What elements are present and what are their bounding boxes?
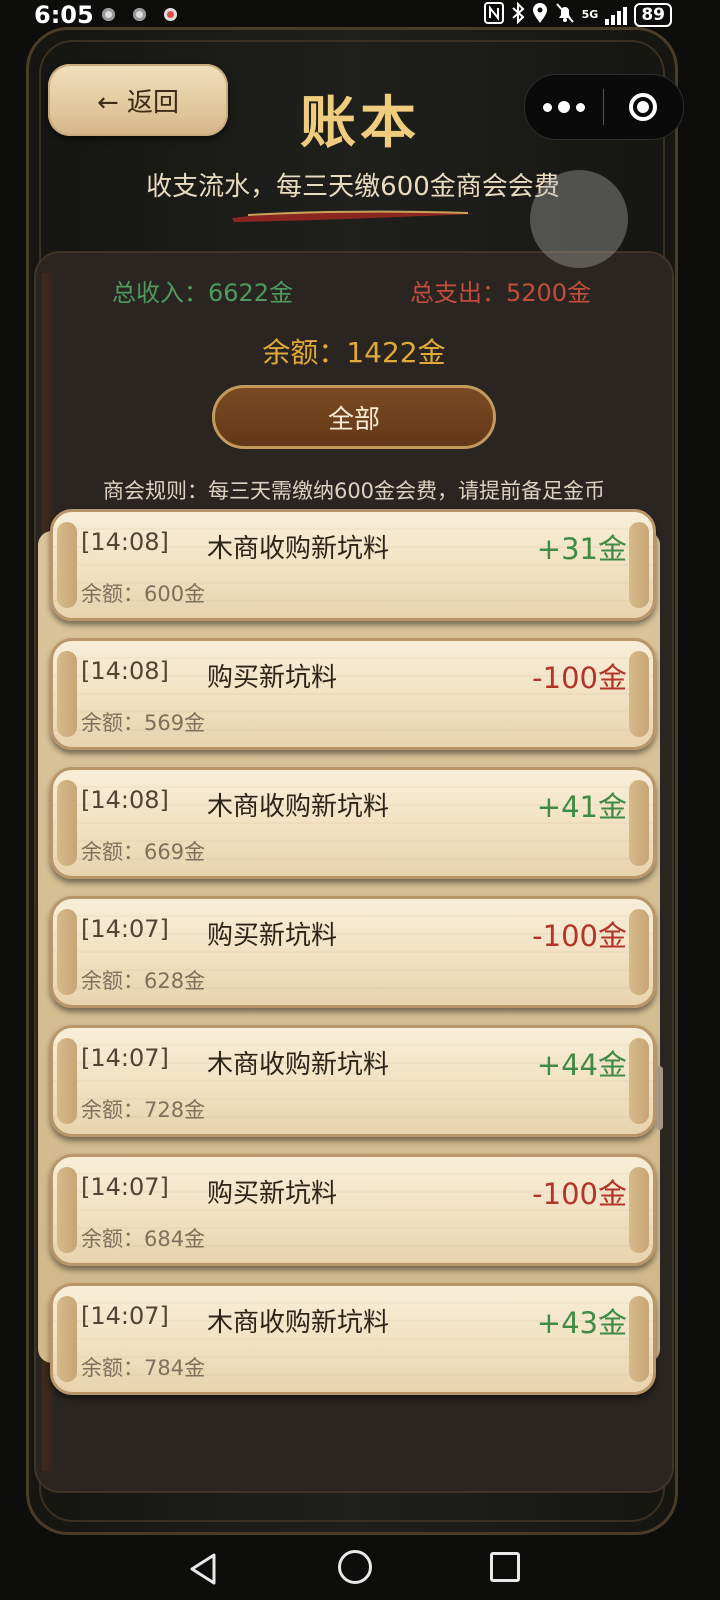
notification-icons <box>102 8 177 21</box>
entry-time: [14:07] <box>81 915 169 943</box>
total-expense: 总支出：5200金 <box>410 279 592 307</box>
close-circle-icon[interactable] <box>604 75 682 139</box>
network-label: 5G <box>581 8 599 21</box>
entry-time: [14:08] <box>81 657 169 685</box>
list-scrollbar[interactable] <box>656 1066 663 1130</box>
entry-description: 木商收购新坑料 <box>207 534 390 564</box>
current-balance: 余额：1422金 <box>262 336 446 369</box>
notification-dot-icon <box>133 8 146 21</box>
entry-time: [14:08] <box>81 786 169 814</box>
guild-rules-text: 商会规则：每三天需缴纳600金会费，请提前备足金币 <box>102 479 606 503</box>
notification-dot-icon <box>164 8 177 21</box>
total-income: 总收入：6622金 <box>112 279 294 307</box>
filter-all-button[interactable]: 全部 <box>212 385 496 449</box>
entry-balance: 余额：569金 <box>81 711 206 735</box>
entry-amount: -100金 <box>532 1177 627 1211</box>
entry-amount: +44金 <box>536 1048 627 1082</box>
bluetooth-icon <box>511 1 525 28</box>
location-icon <box>532 2 548 28</box>
entry-balance: 余额：628金 <box>81 969 206 993</box>
nav-home-icon[interactable] <box>338 1550 372 1584</box>
entry-amount: -100金 <box>532 919 627 953</box>
entry-amount: -100金 <box>532 661 627 695</box>
battery-icon: 89 <box>634 3 672 27</box>
filter-label: 全部 <box>327 404 380 435</box>
ledger-entry[interactable]: [14:07] 木商收购新坑料 +43金 余额：784金 <box>50 1283 656 1395</box>
entry-description: 木商收购新坑料 <box>207 1050 390 1080</box>
entry-amount: +31金 <box>536 532 627 566</box>
entry-description: 购买新坑料 <box>207 921 338 951</box>
nav-back-icon[interactable] <box>188 1552 218 1586</box>
entry-amount: +43金 <box>536 1306 627 1340</box>
entry-description: 木商收购新坑料 <box>207 1308 390 1338</box>
entry-description: 购买新坑料 <box>207 663 338 693</box>
entry-amount: +41金 <box>536 790 627 824</box>
entry-time: [14:07] <box>81 1044 169 1072</box>
status-time: 6:05 <box>34 1 94 29</box>
ledger-entry[interactable]: [14:08] 木商收购新坑料 +31金 余额：600金 <box>50 509 656 621</box>
entry-description: 购买新坑料 <box>207 1179 338 1209</box>
ledger-entry[interactable]: [14:07] 木商收购新坑料 +44金 余额：728金 <box>50 1025 656 1137</box>
entry-description: 木商收购新坑料 <box>207 792 390 822</box>
system-icons: 5G 89 <box>483 1 672 28</box>
ledger-entry[interactable]: [14:07] 购买新坑料 -100金 余额：684金 <box>50 1154 656 1266</box>
ledger-entry[interactable]: [14:08] 购买新坑料 -100金 余额：569金 <box>50 638 656 750</box>
signal-icon <box>605 5 628 25</box>
more-dots-icon[interactable] <box>525 75 603 139</box>
ledger-entry[interactable]: [14:07] 购买新坑料 -100金 余额：628金 <box>50 896 656 1008</box>
system-nav-bar <box>0 1540 720 1600</box>
nav-recent-icon[interactable] <box>490 1552 520 1582</box>
entry-balance: 余额：669金 <box>81 840 206 864</box>
entry-balance: 余额：784金 <box>81 1356 206 1380</box>
status-bar: 6:05 5G 89 <box>0 0 720 30</box>
entry-time: [14:07] <box>81 1173 169 1201</box>
notification-dot-icon <box>102 8 115 21</box>
entry-balance: 余额：684金 <box>81 1227 206 1251</box>
entry-balance: 余额：600金 <box>81 582 206 606</box>
ledger-entry[interactable]: [14:08] 木商收购新坑料 +41金 余额：669金 <box>50 767 656 879</box>
entry-balance: 余额：728金 <box>81 1098 206 1122</box>
nfc-icon <box>483 2 504 28</box>
brush-stroke-decoration <box>232 210 474 222</box>
entry-time: [14:08] <box>81 528 169 556</box>
mute-icon <box>555 2 575 28</box>
miniprogram-capsule <box>524 74 684 140</box>
floating-ball[interactable] <box>530 170 628 268</box>
entry-time: [14:07] <box>81 1302 169 1330</box>
